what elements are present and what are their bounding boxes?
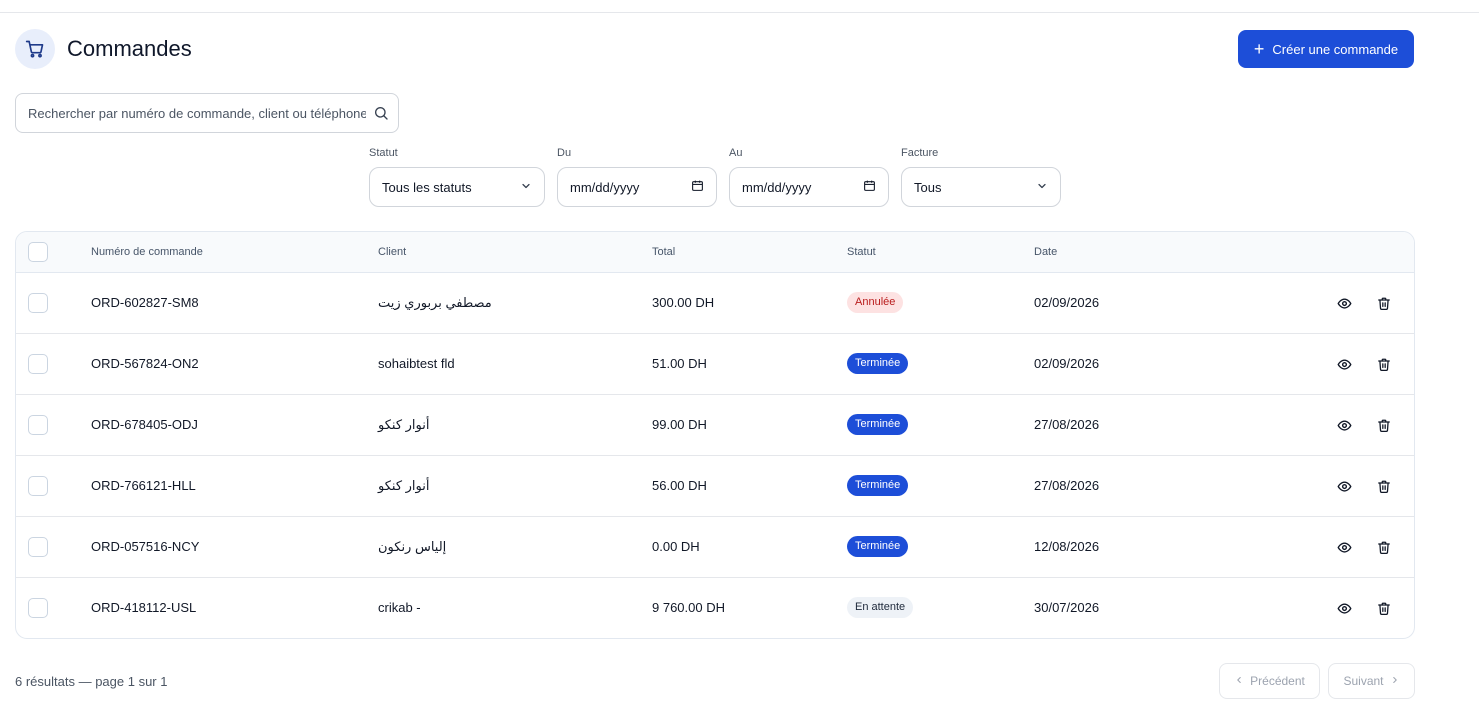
table-row: ORD-057516-NCY إلياس رنكون 0.00 DH Terminée… (16, 517, 1414, 578)
table-row: ORD-766121-HLL أنوار كنكو 56.00 DH Terminée… (16, 456, 1414, 517)
page-title: Commandes (67, 36, 192, 61)
table-row: ORD-602827-SM8 مصطفي بربوري زيت 300.00 DH A… (16, 273, 1414, 334)
to-date-value: mm/dd/yyyy (742, 179, 812, 195)
order-date: 02/09/2026 (1034, 356, 1100, 371)
order-client: أنوار كنكو (378, 417, 430, 432)
order-client: sohaibtest fld (378, 356, 455, 371)
previous-page-label: Précédent (1250, 674, 1305, 688)
plus-icon: + (1253, 39, 1265, 59)
order-total: 56.00 DH (652, 478, 707, 493)
create-order-label: Créer une commande (1272, 41, 1399, 57)
status-filter-value: Tous les statuts (382, 179, 472, 195)
column-header-date: Date (1034, 246, 1058, 258)
next-page-label: Suivant (1343, 674, 1384, 688)
orders-table: Numéro de commande Client Total Statut D… (15, 231, 1415, 639)
table-body: ORD-602827-SM8 مصطفي بربوري زيت 300.00 DH A… (16, 273, 1414, 638)
to-date-input[interactable]: mm/dd/yyyy (729, 167, 889, 207)
row-checkbox[interactable] (28, 415, 48, 435)
delete-icon[interactable] (1375, 294, 1393, 312)
invoice-filter-value: Tous (914, 179, 942, 195)
view-icon[interactable] (1335, 599, 1353, 617)
order-total: 51.00 DH (652, 356, 707, 371)
next-page-button[interactable]: Suivant (1328, 663, 1415, 699)
order-client: أنوار كنكو (378, 478, 430, 493)
select-all-checkbox[interactable] (28, 242, 48, 262)
status-badge: Terminée (847, 414, 909, 435)
delete-icon[interactable] (1375, 538, 1393, 556)
order-total: 9 760.00 DH (652, 600, 725, 615)
order-number: ORD-766121-HLL (91, 478, 196, 493)
table-row: ORD-567824-ON2 sohaibtest fld 51.00 DH Term… (16, 334, 1414, 395)
order-date: 27/08/2026 (1034, 417, 1100, 432)
invoice-filter-label: Facture (901, 147, 939, 159)
from-date-label: Du (557, 147, 572, 159)
top-divider (0, 12, 1479, 13)
chevron-left-icon (1234, 674, 1244, 688)
row-checkbox[interactable] (28, 537, 48, 557)
order-total: 300.00 DH (652, 295, 715, 310)
view-icon[interactable] (1335, 416, 1353, 434)
view-icon[interactable] (1335, 538, 1353, 556)
to-date-label: Au (729, 147, 743, 159)
column-header-total: Total (652, 246, 676, 258)
status-badge: En attente (847, 597, 914, 618)
status-badge: Terminée (847, 536, 909, 557)
order-date: 02/09/2026 (1034, 295, 1100, 310)
order-total: 99.00 DH (652, 417, 707, 432)
delete-icon[interactable] (1375, 477, 1393, 495)
row-checkbox[interactable] (28, 354, 48, 374)
chevron-down-icon (1036, 180, 1048, 195)
table-row: ORD-678405-ODJ أنوار كنكو 99.00 DH Terminée… (16, 395, 1414, 456)
order-date: 27/08/2026 (1034, 478, 1100, 493)
chevron-right-icon (1390, 674, 1400, 688)
create-order-button[interactable]: + Créer une commande (1238, 30, 1414, 68)
order-client: crikab - (378, 600, 421, 615)
order-client: إلياس رنكون (378, 539, 447, 554)
view-icon[interactable] (1335, 477, 1353, 495)
invoice-filter-select[interactable]: Tous (901, 167, 1061, 207)
order-number: ORD-418112-USL (91, 600, 197, 615)
results-summary: 6 résultats — page 1 sur 1 (15, 674, 168, 689)
order-client: مصطفي بربوري زيت (378, 295, 492, 310)
status-filter-label: Statut (369, 147, 398, 159)
from-date-input[interactable]: mm/dd/yyyy (557, 167, 717, 207)
order-number: ORD-602827-SM8 (91, 295, 199, 310)
order-number: ORD-057516-NCY (91, 539, 200, 554)
delete-icon[interactable] (1375, 599, 1393, 617)
table-row: ORD-418112-USL crikab - 9 760.00 DH En atte… (16, 578, 1414, 638)
row-checkbox[interactable] (28, 476, 48, 496)
status-badge: Annulée (847, 292, 904, 313)
order-total: 0.00 DH (652, 539, 700, 554)
status-badge: Terminée (847, 353, 909, 374)
row-checkbox[interactable] (28, 293, 48, 313)
order-number: ORD-567824-ON2 (91, 356, 199, 371)
previous-page-button[interactable]: Précédent (1219, 663, 1320, 699)
view-icon[interactable] (1335, 355, 1353, 373)
order-date: 12/08/2026 (1034, 539, 1100, 554)
row-checkbox[interactable] (28, 598, 48, 618)
delete-icon[interactable] (1375, 416, 1393, 434)
search-input[interactable] (28, 94, 366, 132)
chevron-down-icon (520, 180, 532, 195)
calendar-icon[interactable] (691, 179, 704, 195)
status-filter-select[interactable]: Tous les statuts (369, 167, 545, 207)
order-date: 30/07/2026 (1034, 600, 1100, 615)
calendar-icon[interactable] (863, 179, 876, 195)
cart-icon (15, 29, 55, 69)
search-box (15, 93, 399, 133)
search-icon[interactable] (373, 105, 389, 126)
column-header-status: Statut (847, 246, 876, 258)
status-badge: Terminée (847, 475, 909, 496)
from-date-value: mm/dd/yyyy (570, 179, 640, 195)
column-header-number: Numéro de commande (91, 246, 203, 258)
table-header: Numéro de commande Client Total Statut D… (16, 232, 1414, 273)
delete-icon[interactable] (1375, 355, 1393, 373)
view-icon[interactable] (1335, 294, 1353, 312)
column-header-client: Client (378, 246, 407, 258)
order-number: ORD-678405-ODJ (91, 417, 198, 432)
